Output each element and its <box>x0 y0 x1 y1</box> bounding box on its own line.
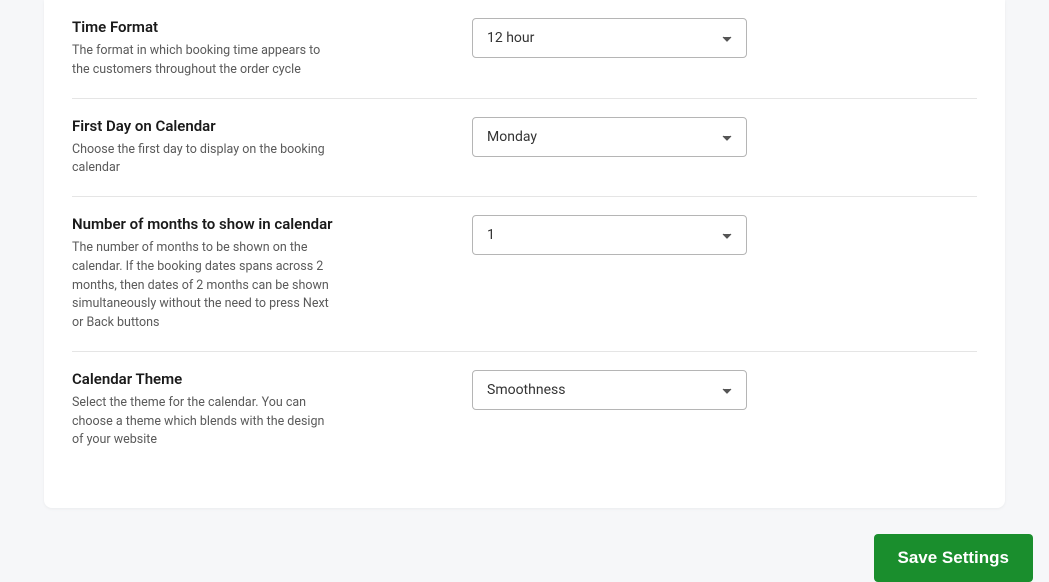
setting-row-theme: Calendar Theme Select the theme for the … <box>72 352 977 468</box>
select-value: Monday <box>487 129 537 145</box>
chevron-down-icon <box>722 382 732 398</box>
setting-desc: The format in which booking time appears… <box>72 42 337 80</box>
settings-card: Time Format The format in which booking … <box>44 0 1005 508</box>
setting-label: First Day on Calendar Choose the first d… <box>72 117 472 179</box>
theme-select[interactable]: Smoothness <box>472 370 747 410</box>
save-settings-button[interactable]: Save Settings <box>874 534 1034 582</box>
setting-title: Number of months to show in calendar <box>72 215 432 233</box>
select-value: 1 <box>487 227 495 243</box>
chevron-down-icon <box>722 30 732 46</box>
first-day-select[interactable]: Monday <box>472 117 747 157</box>
setting-title: First Day on Calendar <box>72 117 432 135</box>
select-wrapper: 1 <box>472 215 747 255</box>
months-select[interactable]: 1 <box>472 215 747 255</box>
chevron-down-icon <box>722 227 732 243</box>
setting-row-time-format: Time Format The format in which booking … <box>72 0 977 99</box>
setting-desc: The number of months to be shown on the … <box>72 239 337 333</box>
setting-control: Monday <box>472 117 977 179</box>
select-wrapper: Monday <box>472 117 747 157</box>
setting-control: 1 <box>472 215 977 333</box>
setting-row-first-day: First Day on Calendar Choose the first d… <box>72 99 977 198</box>
select-value: Smoothness <box>487 382 565 398</box>
select-wrapper: 12 hour <box>472 18 747 58</box>
setting-control: 12 hour <box>472 18 977 80</box>
setting-control: Smoothness <box>472 370 977 450</box>
select-value: 12 hour <box>487 30 534 46</box>
setting-label: Number of months to show in calendar The… <box>72 215 472 333</box>
setting-label: Time Format The format in which booking … <box>72 18 472 80</box>
setting-title: Time Format <box>72 18 432 36</box>
chevron-down-icon <box>722 129 732 145</box>
footer-area: Save Settings <box>0 508 1049 582</box>
setting-row-months: Number of months to show in calendar The… <box>72 197 977 352</box>
select-wrapper: Smoothness <box>472 370 747 410</box>
setting-title: Calendar Theme <box>72 370 432 388</box>
setting-desc: Select the theme for the calendar. You c… <box>72 394 337 450</box>
time-format-select[interactable]: 12 hour <box>472 18 747 58</box>
setting-label: Calendar Theme Select the theme for the … <box>72 370 472 450</box>
setting-desc: Choose the first day to display on the b… <box>72 141 337 179</box>
